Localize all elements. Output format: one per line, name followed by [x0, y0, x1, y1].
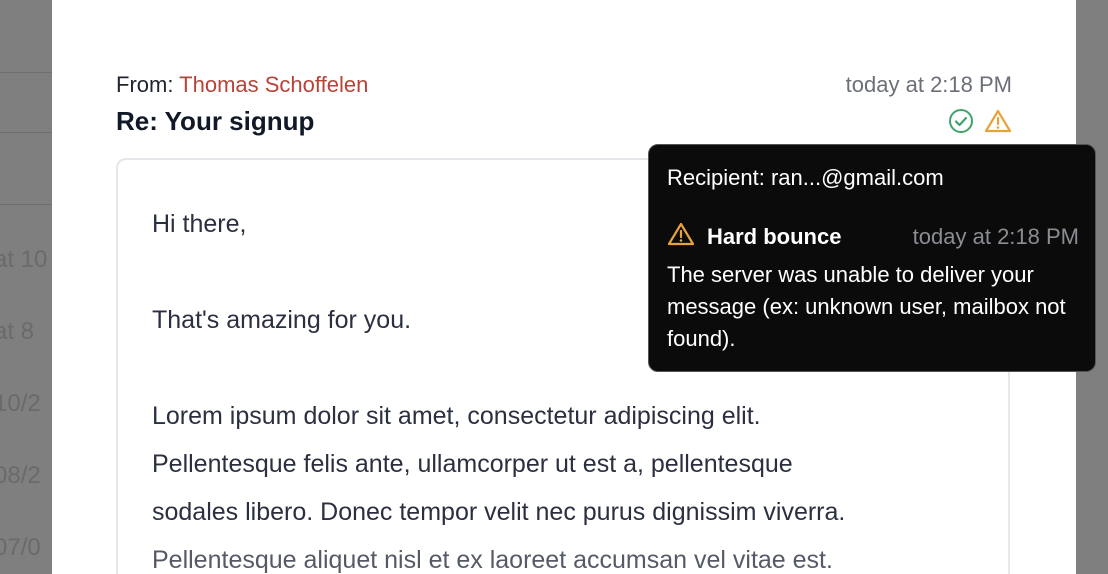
delivery-status-tooltip: Recipient: ran...@gmail.com Hard bounce … — [648, 144, 1096, 372]
list-item-date: 07/0 — [0, 534, 41, 561]
tooltip-recipient: Recipient: ran...@gmail.com — [667, 165, 944, 190]
list-item-date: at 8 — [0, 318, 35, 345]
body-paragraph-line: Pellentesque aliquet nisl et ex laoreet … — [152, 546, 833, 574]
list-item-date: 10/2 — [0, 390, 41, 417]
tooltip-event-title: Hard bounce — [707, 223, 842, 249]
body-paragraph-line: sodales libero. Donec tempor velit nec p… — [152, 498, 846, 526]
body-paragraph-line: Lorem ipsum dolor sit amet, consectetur … — [152, 402, 761, 430]
list-divider — [0, 72, 60, 73]
tooltip-event-description: The server was unable to deliver your me… — [667, 262, 1066, 351]
background-email-list: at 10 at 8 10/2 08/2 07/0 — [0, 0, 60, 574]
list-item-date: at 10 — [0, 246, 48, 273]
warning-icon — [667, 221, 695, 252]
email-subject: Re: Your signup — [116, 106, 315, 136]
delivery-status-icons — [948, 108, 1012, 134]
body-paragraph-line: Pellentesque felis ante, ullamcorper ut … — [152, 450, 793, 478]
email-from: From: Thomas Schoffelen — [116, 72, 368, 98]
list-divider — [0, 204, 60, 205]
warning-icon[interactable] — [984, 108, 1012, 134]
sender-name[interactable]: Thomas Schoffelen — [179, 72, 368, 97]
check-circle-icon[interactable] — [948, 108, 974, 134]
email-timestamp: today at 2:18 PM — [845, 72, 1012, 97]
list-item-date: 08/2 — [0, 462, 41, 489]
list-divider — [0, 132, 60, 133]
tooltip-event-row: Hard bounce today at 2:18 PM — [667, 221, 1079, 252]
tooltip-event-time: today at 2:18 PM — [912, 223, 1079, 249]
from-label: From: — [116, 72, 174, 97]
